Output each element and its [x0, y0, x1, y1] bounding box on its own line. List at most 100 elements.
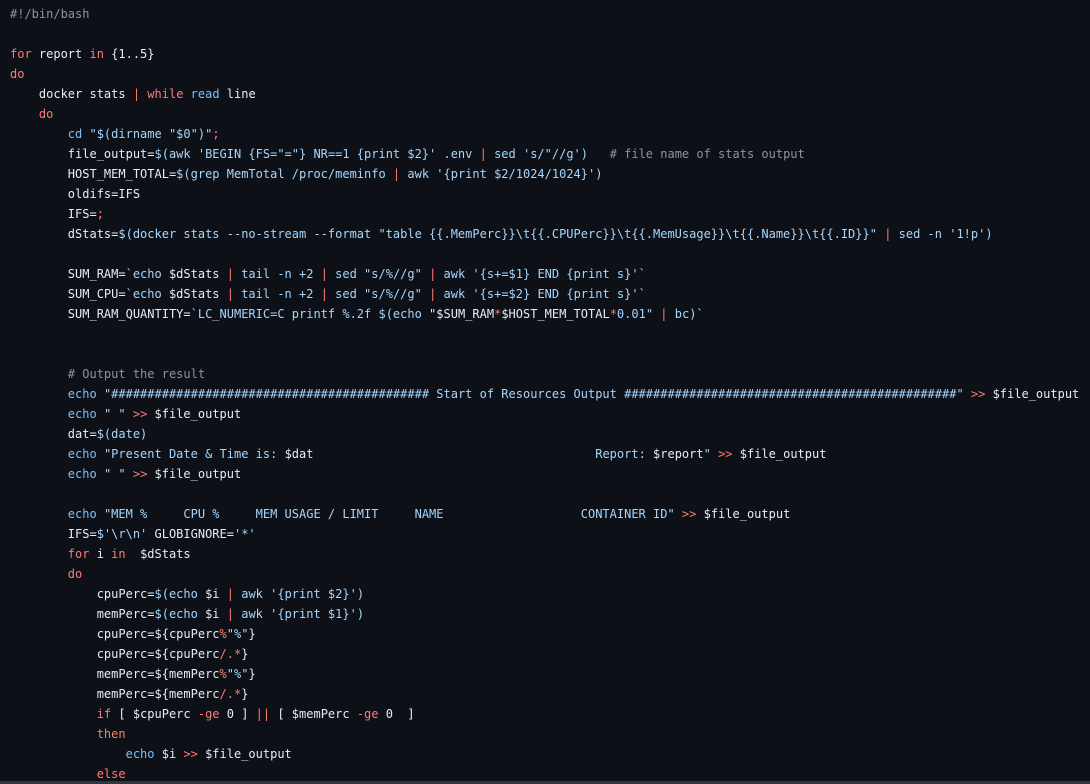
code-token: # file name of stats output	[609, 147, 805, 161]
code-line: do	[0, 104, 1090, 124]
code-line: echo " " >> $file_output	[0, 464, 1090, 484]
code-token: $(awk 'BEGIN {FS="="} NR==1 {print $2}' …	[154, 147, 480, 161]
code-token: awk '{print $2/1024/1024}')	[400, 167, 603, 181]
code-token: "$SUM_RAM	[429, 307, 495, 321]
code-token: cpuPerc=${cpuPerc	[10, 647, 220, 661]
code-token: cd	[67, 127, 83, 141]
code-token: i	[89, 547, 112, 561]
code-line: file_output=$(awk 'BEGIN {FS="="} NR==1 …	[0, 144, 1090, 164]
code-token: /.*	[219, 687, 242, 701]
code-line: docker stats | while read line	[0, 84, 1090, 104]
code-token: ||	[255, 707, 271, 721]
code-token: GLOBIGNORE=	[147, 527, 234, 541]
code-token: -ge	[356, 707, 379, 721]
code-token: bc)`	[667, 307, 704, 321]
code-token: IFS=	[10, 207, 97, 221]
code-token: |	[320, 287, 328, 301]
code-token: ;	[212, 127, 220, 141]
code-token: $file_output	[197, 747, 292, 761]
code-token: >>	[132, 407, 148, 421]
code-token: $file_output	[147, 407, 242, 421]
code-token: >>	[183, 747, 198, 761]
code-token: "#######################################…	[103, 387, 964, 401]
code-token: $file_output	[732, 447, 827, 461]
code-token: |	[660, 307, 668, 321]
code-token: }	[241, 687, 249, 701]
code-token: |	[226, 587, 234, 601]
code-token: *	[609, 307, 617, 321]
code-token: "MEM % CPU % MEM USAGE / LIMIT NAME CONT…	[103, 507, 675, 521]
code-token: |	[226, 267, 234, 281]
code-token: if	[96, 707, 112, 721]
code-line: SUM_CPU=`echo $dStats | tail -n +2 | sed…	[0, 284, 1090, 304]
code-token: sed 's/"//g')	[486, 147, 588, 161]
code-token: #!/bin/bash	[10, 7, 90, 21]
code-editor[interactable]: #!/bin/bash for report in {1..5} do docker…	[0, 0, 1090, 784]
code-token: {1..5}	[103, 47, 155, 61]
code-token: $file_output	[985, 387, 1080, 401]
code-token: [ $memPerc	[270, 707, 357, 721]
code-token: echo	[67, 387, 97, 401]
code-token: >>	[970, 387, 986, 401]
code-token: do	[10, 67, 25, 81]
code-line: then	[0, 724, 1090, 744]
code-token: report	[31, 47, 90, 61]
code-token: SUM_RAM=	[10, 267, 126, 281]
code-token: |	[132, 87, 141, 101]
code-line: echo "Present Date & Time is: $dat Repor…	[0, 444, 1090, 464]
code-token: $dStats	[168, 267, 227, 281]
code-line: dat=$(date)	[0, 424, 1090, 444]
code-token: # Output the result	[67, 367, 206, 381]
code-token: |	[479, 147, 487, 161]
code-line: dStats=$(docker stats --no-stream --form…	[0, 224, 1090, 244]
code-token: $file_output	[696, 507, 791, 521]
code-token: 0 ]	[219, 707, 256, 721]
code-token: tail -n +2	[233, 267, 321, 281]
code-token: $dat	[284, 447, 314, 461]
code-token: "%"	[226, 627, 249, 641]
code-line: memPerc=$(echo $i | awk '{print $1}')	[0, 604, 1090, 624]
code-token: |	[226, 287, 234, 301]
code-token: cpuPerc=	[10, 587, 155, 601]
code-token: echo	[67, 447, 97, 461]
code-token: "$(dirname "$0")"	[89, 127, 213, 141]
code-token: do	[38, 107, 54, 121]
code-token: '*'	[233, 527, 256, 541]
code-area[interactable]: #!/bin/bash for report in {1..5} do docker…	[0, 4, 1090, 784]
code-token: $i	[205, 607, 227, 621]
code-token: `echo	[125, 267, 169, 281]
code-token: $(echo	[154, 587, 206, 601]
code-line: cpuPerc=${cpuPerc/.*}	[0, 644, 1090, 664]
code-token: sed -n '1!p')	[891, 227, 993, 241]
code-token: `echo	[125, 287, 169, 301]
code-line: cpuPerc=$(echo $i | awk '{print $2}')	[0, 584, 1090, 604]
code-line: do	[0, 64, 1090, 84]
code-token: $i	[154, 747, 184, 761]
code-line: cpuPerc=${cpuPerc%"%"}	[0, 624, 1090, 644]
code-token: for	[67, 547, 90, 561]
code-line: echo "##################################…	[0, 384, 1090, 404]
code-token: "	[703, 447, 711, 461]
code-token: $report	[653, 447, 704, 461]
